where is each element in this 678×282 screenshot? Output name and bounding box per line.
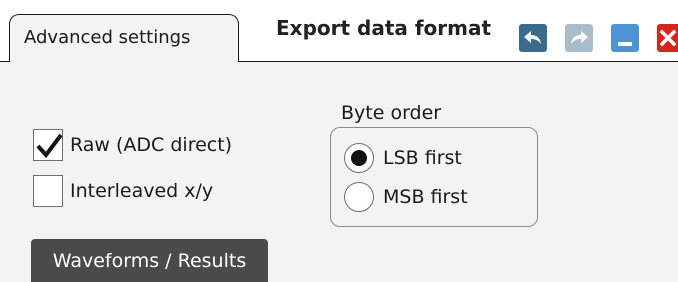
lsb-label: LSB first: [383, 147, 462, 169]
radio-selected-dot: [351, 150, 367, 166]
raw-option[interactable]: Raw (ADC direct): [33, 128, 232, 162]
minimize-icon: [616, 29, 634, 47]
redo-icon: [569, 29, 589, 47]
close-icon: [659, 29, 676, 47]
interleaved-checkbox[interactable]: [33, 175, 63, 207]
radio-button-lsb[interactable]: [344, 143, 374, 173]
radio-button-msb[interactable]: [344, 182, 374, 212]
close-button[interactable]: [657, 24, 678, 52]
tab-advanced-settings[interactable]: Advanced settings: [9, 14, 239, 62]
raw-label: Raw (ADC direct): [70, 134, 233, 156]
redo-button[interactable]: [565, 24, 593, 52]
minimize-button[interactable]: [611, 24, 639, 52]
interleaved-label: Interleaved x/y: [70, 180, 214, 202]
waveforms-results-button[interactable]: Waveforms / Results: [31, 239, 268, 282]
msb-label: MSB first: [383, 186, 468, 208]
interleaved-option[interactable]: Interleaved x/y: [33, 174, 213, 208]
checkmark-icon: [36, 133, 63, 159]
undo-button[interactable]: [519, 24, 547, 52]
radio-msb-first[interactable]: MSB first: [344, 181, 468, 213]
tab-divider: [238, 61, 678, 62]
raw-checkbox[interactable]: [33, 129, 63, 161]
dialog-title: Export data format: [276, 16, 492, 40]
tab-divider-left: [0, 61, 9, 62]
dialog-panel: Advanced settings Export data format Raw…: [0, 0, 678, 282]
undo-icon: [523, 29, 543, 47]
byte-order-title: Byte order: [341, 102, 442, 124]
radio-lsb-first[interactable]: LSB first: [344, 142, 462, 174]
tab-label: Advanced settings: [24, 27, 191, 48]
